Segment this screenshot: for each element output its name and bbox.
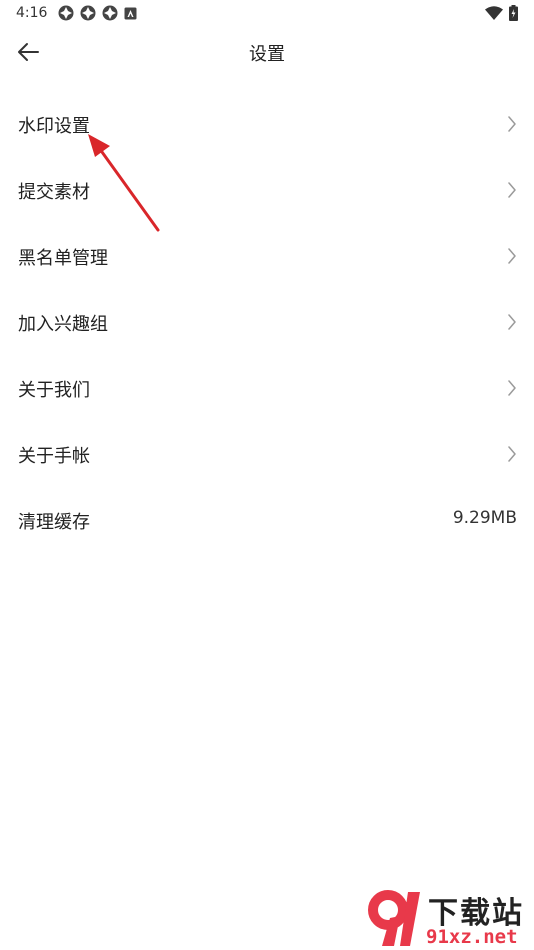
settings-item-about-us[interactable]: 关于我们 [0, 356, 534, 422]
battery-icon [509, 5, 518, 21]
settings-item-clear-cache[interactable]: 清理缓存 9.29MB [0, 488, 534, 554]
chevron-right-icon [508, 380, 516, 396]
settings-item-join-interest-group[interactable]: 加入兴趣组 [0, 290, 534, 356]
chevron-right-icon [508, 446, 516, 462]
notification-icon [58, 5, 74, 21]
settings-item-submit-material[interactable]: 提交素材 [0, 158, 534, 224]
status-notification-icons [58, 5, 137, 21]
settings-item-blacklist[interactable]: 黑名单管理 [0, 224, 534, 290]
site-watermark-logo: 下载站 91xz.net [360, 886, 534, 950]
page-title: 设置 [249, 44, 285, 65]
settings-item-label: 水印设置 [18, 116, 90, 137]
notification-icon [80, 5, 96, 21]
settings-list: 水印设置 提交素材 黑名单管理 加入兴趣组 关于我们 关于手帐 清理缓存 9.2… [0, 92, 534, 554]
settings-item-label: 黑名单管理 [18, 248, 108, 269]
settings-item-label: 关于手帐 [18, 446, 90, 467]
watermark-logo-icon [368, 890, 420, 946]
app-icon [124, 7, 137, 19]
settings-item-label: 提交素材 [18, 182, 90, 203]
wifi-icon [485, 6, 503, 20]
settings-item-label: 清理缓存 [18, 512, 90, 533]
settings-item-about-journal[interactable]: 关于手帐 [0, 422, 534, 488]
notification-icon [102, 5, 118, 21]
app-bar: 设置 [0, 28, 534, 76]
settings-item-label: 关于我们 [18, 380, 90, 401]
status-bar: 4:16 [0, 0, 534, 28]
chevron-right-icon [508, 248, 516, 264]
status-time: 4:16 [16, 5, 48, 21]
chevron-right-icon [508, 314, 516, 330]
settings-item-label: 加入兴趣组 [18, 314, 108, 335]
chevron-right-icon [508, 182, 516, 198]
watermark-url: 91xz.net [426, 926, 518, 948]
status-system-icons [485, 5, 518, 21]
settings-item-watermark[interactable]: 水印设置 [0, 92, 534, 158]
cache-size-value: 9.29MB [452, 508, 517, 528]
chevron-right-icon [508, 116, 516, 132]
